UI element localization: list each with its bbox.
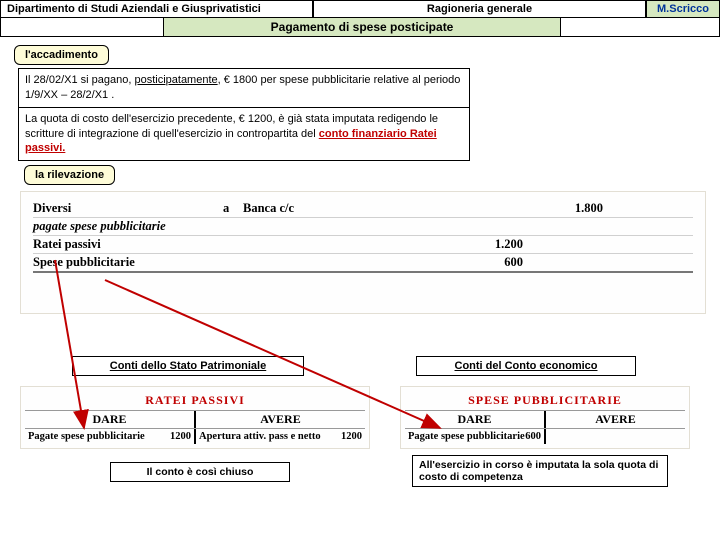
jr1v2: 1.800 (575, 201, 603, 215)
jr3c1: Ratei passivi (33, 237, 101, 251)
spese-l1a: Pagate spese pubblicitarie (408, 431, 525, 442)
journal-row3: Ratei passivi 1.200 (33, 236, 693, 254)
journal-row2: pagate spese pubblicitarie (33, 218, 693, 236)
jr4v1: 600 (504, 255, 523, 269)
spese-avere: AVERE (595, 412, 635, 426)
spese-body: Pagate spese pubblicitarie600 (405, 429, 685, 444)
ratei-body: Pagate spese pubblicitarie 1200 Apertura … (25, 429, 365, 444)
fact-para2: La quota di costo dell'esercizio precede… (19, 108, 469, 161)
panel-ce-title: Conti del Conto economico (416, 356, 636, 376)
account-ratei: RATEI PASSIVI DARE AVERE Pagate spese pu… (20, 386, 370, 449)
course-text: Ragioneria generale (427, 3, 532, 15)
jr1c1: Diversi (33, 201, 71, 215)
note2: All'esercizio in corso è imputata la sol… (412, 455, 668, 487)
ratei-l2b: 1200 (341, 431, 362, 442)
jr4c1: Spese pubblicitarie (33, 255, 135, 269)
spese-dare: DARE (457, 412, 491, 426)
tab-rilevazione: la rilevazione (24, 165, 115, 185)
ce-title-text: Conti del Conto economico (455, 360, 598, 372)
dept-text: Dipartimento di Studi Aziendali e Giuspr… (7, 3, 261, 15)
p1a: Il 28/02/X1 si pagano, (25, 74, 134, 86)
journal-panel: Diversi a Banca c/c 1.800 pagate spese p… (20, 191, 706, 314)
panel-ce-title-wrap: Conti del Conto economico (416, 356, 636, 376)
spese-l1b: 600 (525, 431, 541, 442)
fact-textbox: Il 28/02/X1 si pagano, posticipatamente,… (18, 68, 470, 161)
spese-title-text: SPESE PUBBLICITARIE (468, 393, 622, 407)
subtitle-row: Pagamento di spese posticipate (0, 18, 720, 37)
header-dept: Dipartimento di Studi Aziendali e Giuspr… (0, 0, 313, 18)
fact-para1: Il 28/02/X1 si pagano, posticipatamente,… (19, 69, 469, 108)
p1b: posticipatamente (134, 74, 217, 86)
note1: Il conto è così chiuso (110, 462, 290, 482)
subtitle: Pagamento di spese posticipate (163, 18, 561, 37)
header-row: Dipartimento di Studi Aziendali e Giuspr… (0, 0, 720, 18)
jr1c2: a (223, 201, 229, 215)
jr2c1: pagate spese pubblicitarie (33, 219, 166, 233)
note1-wrap: Il conto è così chiuso (110, 462, 290, 482)
ratei-l1b: 1200 (170, 431, 191, 442)
spese-cols: DARE AVERE (405, 411, 685, 429)
ratei-l1a: Pagate spese pubblicitarie (28, 431, 145, 442)
author-text: M.Scricco (657, 3, 709, 15)
ratei-avere: AVERE (260, 412, 300, 426)
journal-row4: Spese pubblicitarie 600 (33, 254, 693, 273)
journal-row1: Diversi a Banca c/c 1.800 (33, 200, 693, 218)
account-spese: SPESE PUBBLICITARIE DARE AVERE Pagate sp… (400, 386, 690, 449)
ratei-cols: DARE AVERE (25, 411, 365, 429)
jr1c3: Banca c/c (243, 201, 294, 215)
ratei-title-text: RATEI PASSIVI (145, 393, 245, 407)
subtitle-text: Pagamento di spese posticipate (271, 20, 454, 34)
header-course: Ragioneria generale (313, 0, 646, 18)
spese-title: SPESE PUBBLICITARIE (405, 391, 685, 411)
note2-text: All'esercizio in corso è imputata la sol… (419, 459, 658, 483)
ratei-dare: DARE (92, 412, 126, 426)
ratei-l2a: Apertura attiv. pass e netto (199, 431, 321, 442)
sp-title-text: Conti dello Stato Patrimoniale (110, 360, 266, 372)
tab1-text: l'accadimento (25, 49, 98, 61)
note2-wrap: All'esercizio in corso è imputata la sol… (412, 455, 668, 487)
panel-sp-title-wrap: Conti dello Stato Patrimoniale (72, 356, 304, 376)
tab2-text: la rilevazione (35, 169, 104, 181)
jr3v1: 1.200 (495, 237, 523, 251)
header-author: M.Scricco (646, 0, 720, 18)
panel-sp-title: Conti dello Stato Patrimoniale (72, 356, 304, 376)
tab-accadimento: l'accadimento (14, 45, 109, 65)
ratei-title: RATEI PASSIVI (25, 391, 365, 411)
note1-text: Il conto è così chiuso (147, 466, 254, 478)
